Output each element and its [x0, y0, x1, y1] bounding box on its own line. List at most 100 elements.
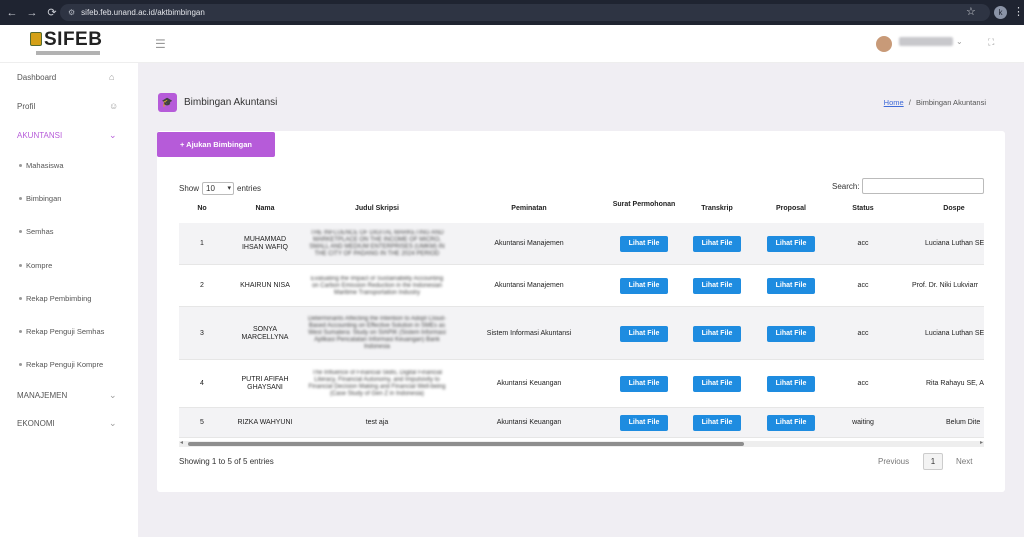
forward-icon[interactable]: → — [24, 7, 40, 19]
scroll-left-icon[interactable]: ◂ — [180, 439, 183, 446]
sidebar-item-label: Dashboard — [17, 73, 57, 82]
surat-lihat-file-button[interactable]: Lihat File — [620, 376, 668, 392]
col-header-judul[interactable]: Judul Skripsi — [305, 205, 449, 213]
table-row: 2 KHAIRUN NISA Evaluating the Impact of … — [179, 265, 984, 307]
cell-no: 5 — [200, 419, 204, 426]
cell-peminatan: Akuntansi Manajemen — [494, 240, 564, 247]
fullscreen-icon[interactable]: ⛶ — [988, 37, 994, 48]
cell-dospem: Luciana Luthan SE — [925, 240, 984, 247]
browser-profile-avatar[interactable]: k — [994, 6, 1007, 19]
bimbingan-table: No Nama Judul Skripsi Peminatan Surat Pe… — [179, 196, 984, 442]
col-header-nama[interactable]: Nama — [225, 205, 305, 213]
chevron-down-icon: ⌄ — [109, 390, 117, 400]
url-text: sifeb.feb.unand.ac.id/aktbimbingan — [81, 8, 205, 17]
transkrip-lihat-file-button[interactable]: Lihat File — [693, 278, 741, 294]
col-header-dospem[interactable]: Dospe — [899, 205, 984, 213]
sidebar-subitem-semhas[interactable]: Semhas — [0, 225, 138, 239]
transkrip-lihat-file-button[interactable]: Lihat File — [693, 236, 741, 252]
user-avatar[interactable] — [876, 36, 892, 52]
user-name[interactable] — [899, 37, 953, 46]
surat-lihat-file-button[interactable]: Lihat File — [620, 236, 668, 252]
sidebar-subitem-label: Kompre — [26, 261, 53, 270]
bullet-icon — [19, 297, 22, 300]
table-row: 3 SONYA MARCELLYNA Determinants Affectin… — [179, 307, 984, 360]
pagination-page-1[interactable]: 1 — [923, 453, 943, 470]
sidebar-subitem-bimbingan[interactable]: Bimbingan — [0, 192, 138, 206]
browser-toolbar: ← → ⟳ ⚙ sifeb.feb.unand.ac.id/aktbimbing… — [0, 0, 1024, 25]
breadcrumb-home-link[interactable]: Home — [884, 98, 904, 107]
sidebar-subitem-label: Mahasiswa — [26, 161, 64, 170]
breadcrumb: Home / Bimbingan Akuntansi — [884, 98, 986, 107]
entries-label: entries — [237, 184, 262, 193]
cell-dospem: Luciana Luthan SE — [925, 329, 984, 337]
breadcrumb-current: Bimbingan Akuntansi — [915, 98, 986, 107]
col-header-peminatan[interactable]: Peminatan — [449, 205, 609, 213]
pagination-previous[interactable]: Previous — [878, 457, 909, 466]
sidebar-item-profil[interactable]: Profil ☺ — [0, 100, 138, 116]
logo-subtitle — [36, 51, 100, 55]
sidebar-subitem-rekap-pembimbing[interactable]: Rekap Pembimbing — [0, 292, 138, 306]
pagination-next[interactable]: Next — [956, 457, 972, 466]
col-header-proposal[interactable]: Proposal — [755, 205, 827, 213]
site-info-icon[interactable]: ⚙ — [68, 8, 75, 17]
col-header-surat-permohonan[interactable]: Surat Permohonan — [609, 201, 679, 209]
surat-lihat-file-button[interactable]: Lihat File — [620, 278, 668, 294]
transkrip-lihat-file-button[interactable]: Lihat File — [693, 376, 741, 392]
cell-judul: The Influence of Financial Skills, Digit… — [308, 370, 446, 397]
reload-icon[interactable]: ⟳ — [44, 6, 60, 19]
graduation-cap-icon: 🎓 — [158, 93, 177, 112]
cell-no: 3 — [200, 329, 204, 337]
address-bar[interactable]: ⚙ sifeb.feb.unand.ac.id/aktbimbingan — [60, 4, 990, 21]
sifeb-logo[interactable]: SIFEB — [30, 29, 102, 58]
sidebar-item-label: Profil — [17, 102, 36, 111]
col-header-transkrip[interactable]: Transkrip — [679, 205, 755, 213]
entries-select[interactable]: 10 ▾ — [202, 182, 235, 195]
bookmark-star-icon[interactable]: ☆ — [966, 5, 976, 18]
cell-status: acc — [857, 329, 869, 337]
col-header-status[interactable]: Status — [827, 205, 899, 213]
sidebar-item-akuntansi[interactable]: AKUNTANSI ⌄ — [0, 129, 138, 145]
browser-menu-icon[interactable]: ⋮ — [1013, 5, 1024, 18]
proposal-lihat-file-button[interactable]: Lihat File — [767, 326, 815, 342]
sidebar-subitem-kompre[interactable]: Kompre — [0, 259, 138, 273]
cell-nama: SONYA MARCELLYNA — [241, 325, 289, 341]
proposal-lihat-file-button[interactable]: Lihat File — [767, 415, 815, 431]
sidebar-subitem-rekap-penguji-semhas[interactable]: Rekap Penguji Semhas — [0, 325, 138, 339]
app-header: SIFEB ☰ ⌄ ⛶ — [0, 25, 1024, 63]
back-icon[interactable]: ← — [4, 7, 20, 19]
scroll-right-icon[interactable]: ▸ — [980, 439, 983, 446]
sidebar-subitem-mahasiswa[interactable]: Mahasiswa — [0, 159, 138, 173]
col-header-no[interactable]: No — [179, 205, 225, 213]
cell-no: 4 — [200, 380, 204, 387]
cell-judul: Determinants Affecting the Intention to … — [308, 316, 446, 350]
search-input[interactable] — [862, 178, 984, 194]
table-row: 4 PUTRI AFIFAH GHAYSANI The Influence of… — [179, 360, 984, 408]
cell-peminatan: Sistem Informasi Akuntansi — [486, 329, 572, 337]
sidebar-item-manajemen[interactable]: MANAJEMEN ⌄ — [0, 389, 138, 405]
ajukan-bimbingan-button[interactable]: + Ajukan Bimbingan — [157, 132, 275, 157]
chevron-down-icon: ⌄ — [109, 130, 117, 140]
sidebar-item-label: MANAJEMEN — [17, 391, 68, 400]
surat-lihat-file-button[interactable]: Lihat File — [620, 415, 668, 431]
chevron-down-icon[interactable]: ⌄ — [956, 37, 963, 46]
sidebar-item-ekonomi[interactable]: EKONOMI ⌄ — [0, 417, 138, 433]
transkrip-lihat-file-button[interactable]: Lihat File — [693, 326, 741, 342]
sidebar-subitem-label: Rekap Penguji Kompre — [26, 360, 104, 369]
menu-toggle-icon[interactable]: ☰ — [155, 37, 166, 51]
surat-lihat-file-button[interactable]: Lihat File — [620, 326, 668, 342]
cell-nama: KHAIRUN NISA — [240, 282, 290, 289]
cell-judul: Evaluating the Impact of Sustainability … — [310, 275, 444, 296]
sidebar-subitem-rekap-penguji-kompre[interactable]: Rekap Penguji Kompre — [0, 358, 138, 372]
sidebar-subitem-label: Rekap Penguji Semhas — [26, 327, 105, 336]
cell-dospem: Rita Rahayu SE, A — [926, 380, 984, 387]
scrollbar-thumb[interactable] — [188, 442, 744, 446]
bullet-icon — [19, 197, 22, 200]
sidebar-item-dashboard[interactable]: Dashboard ⌂ — [0, 71, 138, 87]
proposal-lihat-file-button[interactable]: Lihat File — [767, 278, 815, 294]
proposal-lihat-file-button[interactable]: Lihat File — [767, 376, 815, 392]
cell-nama: PUTRI AFIFAH GHAYSANI — [241, 376, 289, 391]
transkrip-lihat-file-button[interactable]: Lihat File — [693, 415, 741, 431]
table-row: 5 RIZKA WAHYUNI test aja Akuntansi Keuan… — [179, 408, 984, 438]
proposal-lihat-file-button[interactable]: Lihat File — [767, 236, 815, 252]
horizontal-scrollbar[interactable]: ◂ ▸ — [179, 439, 984, 447]
